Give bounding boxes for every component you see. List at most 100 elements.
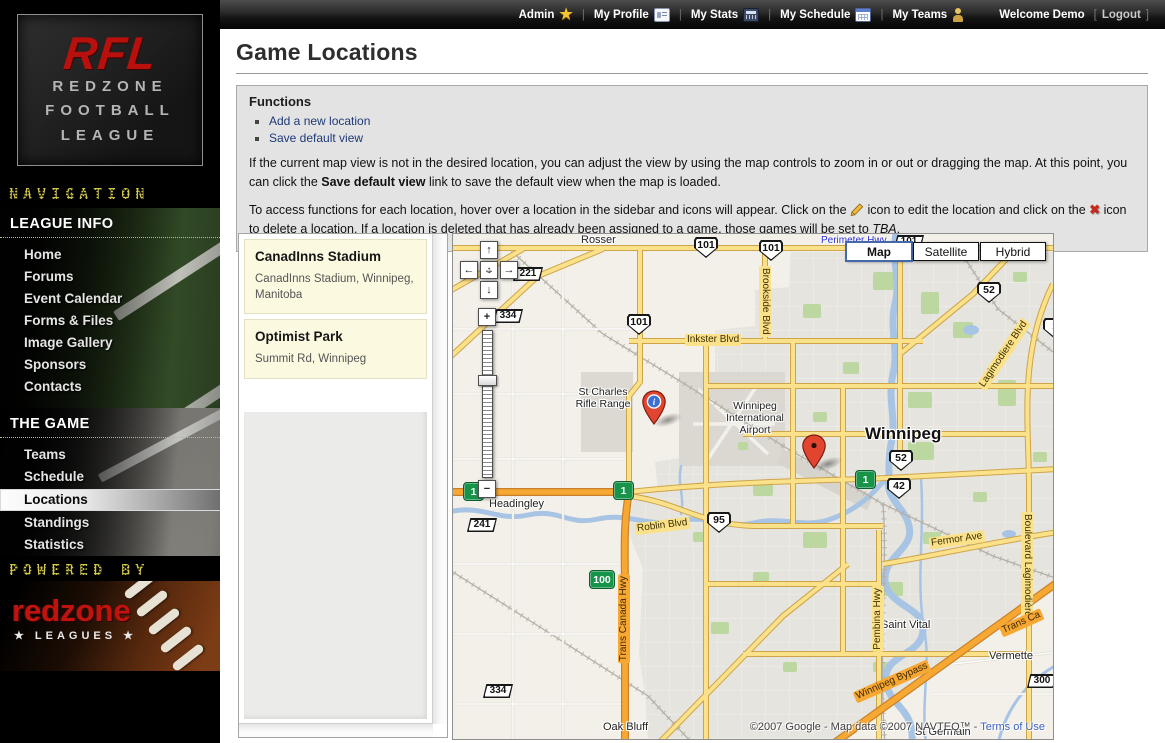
map-pan-left-button[interactable]: ← <box>460 261 478 279</box>
route-shield-334: 334 <box>493 309 523 323</box>
list-item: Add a new location <box>269 114 1135 128</box>
sidebar-item-home[interactable]: Home <box>0 244 220 266</box>
football-lace-decoration <box>147 607 181 636</box>
sidebar-item-teams[interactable]: Teams <box>0 444 220 466</box>
save-default-view-bold: Save default view <box>321 175 425 189</box>
contact-card-icon <box>654 8 670 22</box>
my-teams-link[interactable]: My Teams <box>892 8 964 22</box>
my-teams-label: My Teams <box>892 9 947 21</box>
sidebar-item-statistics[interactable]: Statistics <box>0 534 220 556</box>
map-label-airport: Winnipeg International Airport <box>715 400 795 436</box>
league-info-section: LEAGUE INFO Home Forums Event Calendar F… <box>0 208 220 408</box>
text-run: Airport <box>715 424 795 436</box>
logout-link[interactable]: [ Logout ] <box>1094 9 1149 21</box>
text-run: St Charles <box>565 386 641 398</box>
top-utility-bar: Admin ★ | My Profile | My Stats | My Sch… <box>220 0 1165 29</box>
main-content: Game Locations Functions Add a new locat… <box>220 29 1165 743</box>
map-pan-center-button[interactable]: ↔↕ <box>480 261 498 279</box>
edit-pencil-icon <box>850 203 864 216</box>
map-label-winnipeg: Winnipeg <box>865 424 941 444</box>
map-type-hybrid-button[interactable]: Hybrid <box>980 242 1046 261</box>
sidebar-item-schedule[interactable]: Schedule <box>0 466 220 488</box>
text-run: To access functions for each location, h… <box>249 203 850 217</box>
trans-canada-shield-1: 1 <box>855 470 876 489</box>
location-card-optimist-park[interactable]: Optimist Park Summit Rd, Winnipeg <box>244 319 427 379</box>
admin-label: Admin <box>519 9 555 21</box>
map-pan-down-button[interactable]: ↓ <box>480 281 498 299</box>
route-shield-241: 241 <box>467 518 497 532</box>
league-info-title: LEAGUE INFO <box>0 208 220 238</box>
football-lace-decoration <box>159 625 193 654</box>
sidebar-item-locations[interactable]: Locations <box>0 489 220 511</box>
calendar-icon <box>855 8 871 22</box>
person-icon <box>952 8 964 22</box>
sidebar-item-forms-files[interactable]: Forms & Files <box>0 310 220 332</box>
map-zoom-slider-rail[interactable] <box>482 330 493 478</box>
copyright-text: ©2007 Google - Map data ©2007 NAVTEQ™ - <box>750 721 980 733</box>
rfl-logo-line2: FOOTBALL <box>45 100 175 123</box>
map-pan-right-button[interactable]: → <box>500 261 518 279</box>
my-schedule-link[interactable]: My Schedule <box>780 8 871 22</box>
my-schedule-label: My Schedule <box>780 9 850 21</box>
map-label-vermette: Vermette <box>989 650 1033 662</box>
map-type-map-button[interactable]: Map <box>846 242 912 261</box>
topbar-divider: | <box>768 9 771 21</box>
sidebar-item-standings[interactable]: Standings <box>0 512 220 534</box>
page-title: Game Locations <box>236 39 1148 74</box>
redzone-logo-text: redzone <box>12 595 131 626</box>
map-zoom-out-button[interactable]: − <box>478 480 496 498</box>
location-list-panel: CanadInns Stadium CanadInns Stadium, Win… <box>238 233 448 738</box>
trans-canada-shield-100: 100 <box>589 570 615 589</box>
road-label-inkster-blvd: Inkster Blvd <box>685 334 741 346</box>
functions-link-list: Add a new location Save default view <box>256 114 1135 145</box>
terms-of-use-link[interactable]: Terms of Use <box>980 721 1045 733</box>
the-game-section: THE GAME Teams Schedule Locations Standi… <box>0 408 220 556</box>
rfl-logo: RFL REDZONE FOOTBALL LEAGUE <box>17 14 203 166</box>
bracket: [ <box>1094 9 1097 21</box>
instructions-paragraph-1: If the current map view is not in the de… <box>249 154 1135 193</box>
rfl-logo-line3: LEAGUE <box>61 125 160 148</box>
map-zoom-in-button[interactable]: + <box>478 308 496 326</box>
bracket: ] <box>1146 9 1149 21</box>
sidebar-item-sponsors[interactable]: Sponsors <box>0 354 220 376</box>
road-label-boulevard-lagimodiere: Boulevard Lagimodière <box>1021 512 1033 619</box>
location-list-horizontal-scrollbar[interactable] <box>239 723 433 737</box>
map-canvas[interactable] <box>453 234 1053 739</box>
my-profile-link[interactable]: My Profile <box>594 8 670 22</box>
map-pan-up-button[interactable]: ↑ <box>480 241 498 259</box>
my-stats-link[interactable]: My Stats <box>691 8 759 22</box>
topbar-divider: | <box>582 9 585 21</box>
functions-box: Functions Add a new location Save defaul… <box>236 85 1148 252</box>
save-default-view-link[interactable]: Save default view <box>269 131 363 145</box>
football-lace-decoration <box>135 589 169 618</box>
trans-canada-shield-1: 1 <box>613 481 634 500</box>
map-type-satellite-button[interactable]: Satellite <box>913 242 979 261</box>
map-marker-optimist-park[interactable] <box>801 434 827 475</box>
sidebar-item-contacts[interactable]: Contacts <box>0 376 220 398</box>
pan-center-icon: ↕ <box>487 265 492 276</box>
add-location-link[interactable]: Add a new location <box>269 114 370 128</box>
location-list-vertical-scrollbar[interactable] <box>432 234 447 724</box>
map-copyright: ©2007 Google - Map data ©2007 NAVTEQ™ - … <box>750 721 1045 733</box>
functions-heading: Functions <box>249 94 1135 109</box>
admin-link[interactable]: Admin ★ <box>519 7 573 22</box>
road-label-trans-canada-hwy: Trans Canada Hwy <box>618 574 630 663</box>
my-stats-label: My Stats <box>691 9 738 21</box>
rfl-league-app: RFL REDZONE FOOTBALL LEAGUE NAVIGATION L… <box>0 0 1165 743</box>
location-card-canadinns[interactable]: CanadInns Stadium CanadInns Stadium, Win… <box>244 239 427 314</box>
map-label-oak-bluff: Oak Bluff <box>603 721 648 733</box>
rfl-logo-acronym: RFL <box>62 33 159 74</box>
delete-x-icon: ✖ <box>1089 202 1100 217</box>
sidebar-item-forums[interactable]: Forums <box>0 266 220 288</box>
logout-label: Logout <box>1102 9 1141 21</box>
sidebar-item-image-gallery[interactable]: Image Gallery <box>0 332 220 354</box>
map-zoom-slider-handle[interactable] <box>478 375 497 386</box>
map-label-saint-vital: Saint Vital <box>881 619 930 631</box>
map-marker-canadinns-info[interactable]: i <box>641 390 667 431</box>
map-label-rifle-range: St Charles Rifle Range <box>565 386 641 410</box>
sidebar-item-event-calendar[interactable]: Event Calendar <box>0 288 220 310</box>
map-label-rosser: Rosser <box>581 234 616 246</box>
map-label-headingley: Headingley <box>489 498 544 510</box>
my-profile-label: My Profile <box>594 9 649 21</box>
route-shield-300: 300 <box>1027 674 1054 688</box>
